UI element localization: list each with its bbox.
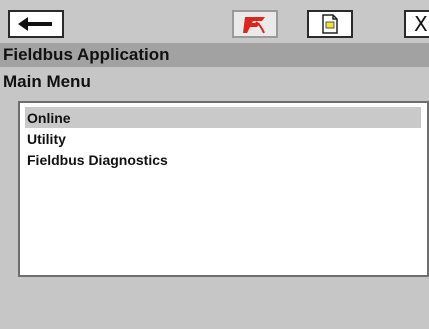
left-arrow-icon xyxy=(18,17,52,31)
list-item-fieldbus-diagnostics[interactable]: Fieldbus Diagnostics xyxy=(25,149,421,170)
fieldbus-logo-icon xyxy=(243,17,265,34)
document-button[interactable] xyxy=(307,10,353,38)
app-title: Fieldbus Application xyxy=(3,45,170,64)
footer-area xyxy=(0,287,429,329)
list-item-utility[interactable]: Utility xyxy=(25,128,421,149)
close-button[interactable]: X xyxy=(404,10,429,38)
toolbar: X xyxy=(0,0,429,42)
menu-title: Main Menu xyxy=(3,72,91,91)
menu-list: Online Utility Fieldbus Diagnostics xyxy=(18,101,429,277)
list-item-online[interactable]: Online xyxy=(25,107,421,128)
fieldbus-button[interactable] xyxy=(232,10,278,38)
back-button[interactable] xyxy=(8,10,64,38)
document-icon xyxy=(322,14,338,34)
device-screen: X Fieldbus Application Main Menu Online … xyxy=(0,0,429,329)
app-title-bar: Fieldbus Application xyxy=(0,43,429,67)
close-icon: X xyxy=(414,12,428,36)
